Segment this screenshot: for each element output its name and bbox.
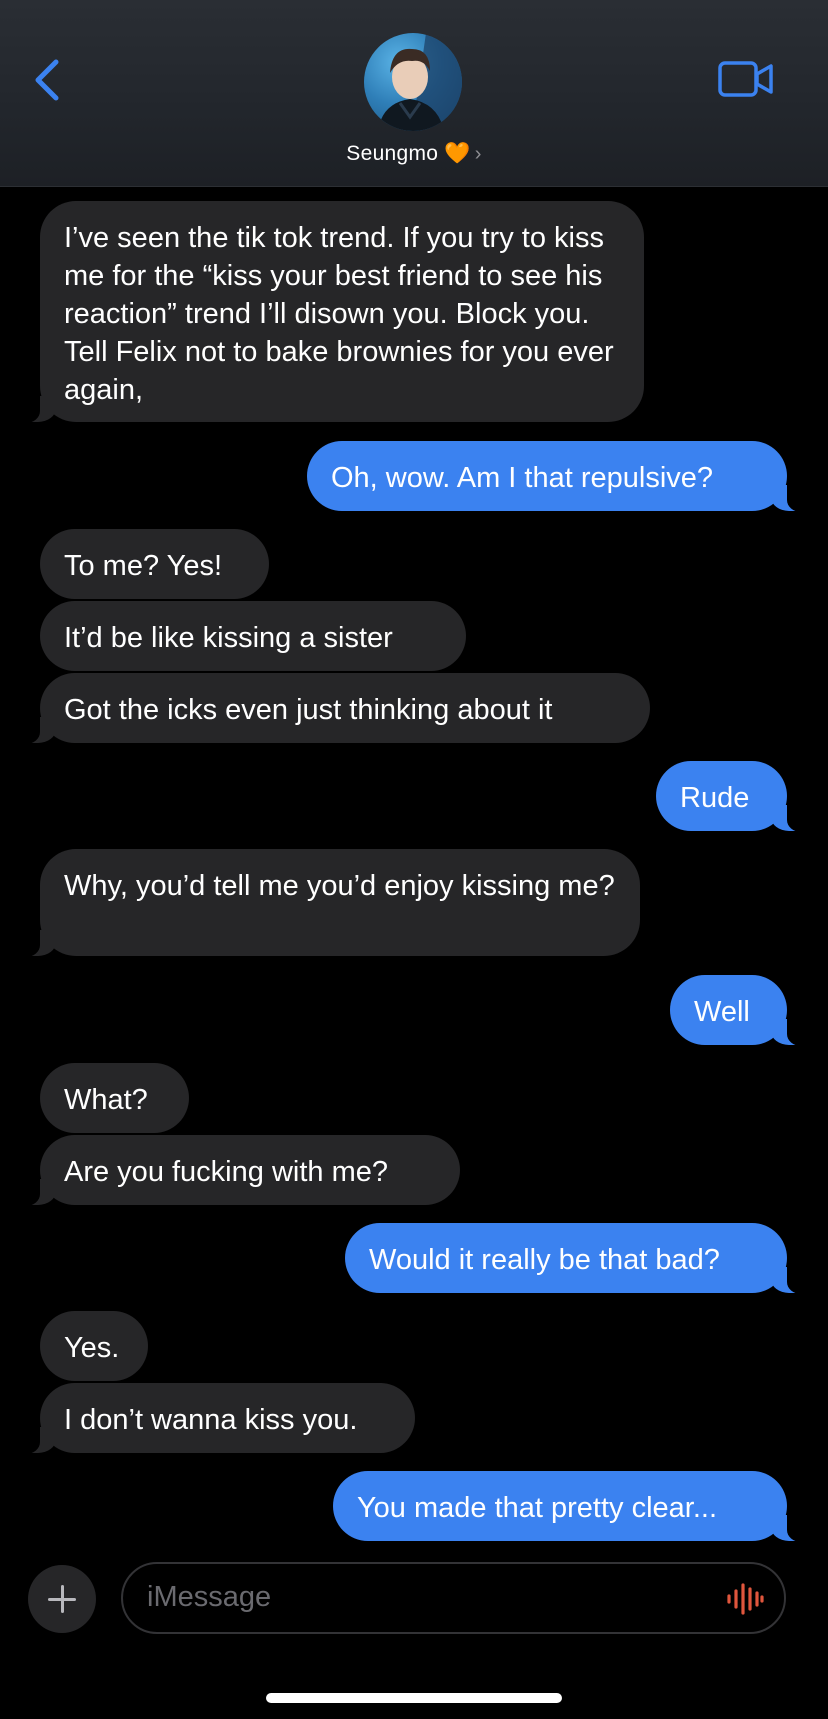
message-sent[interactable]: Would it really be that bad? [345, 1223, 809, 1294]
back-chevron-icon[interactable] [30, 56, 66, 104]
imessage-placeholder: iMessage [147, 1581, 272, 1613]
message-text: Are you fucking with me? [64, 1156, 388, 1188]
message-text: It’d be like kissing a sister [64, 622, 393, 654]
message-text: Yes. [64, 1332, 120, 1364]
plus-button[interactable] [28, 1565, 96, 1633]
message-sent[interactable]: Oh, wow. Am I that repulsive? [307, 441, 809, 512]
orange-heart-icon: 🧡 [444, 142, 471, 165]
message-text: I’ve seen the tik tok trend. If you try … [64, 222, 614, 406]
message-received[interactable]: To me? Yes! [40, 529, 269, 599]
audio-waveform-icon[interactable] [726, 1582, 764, 1616]
message-text: Would it really be that bad? [369, 1244, 720, 1276]
message-text: To me? Yes! [64, 550, 222, 582]
message-text: Oh, wow. Am I that repulsive? [331, 462, 714, 494]
message-sent[interactable]: Rude [656, 761, 809, 832]
message-received[interactable]: I’ve seen the tik tok trend. If you try … [18, 201, 644, 423]
message-text: Got the icks even just thinking about it [64, 694, 553, 726]
contact-name: Seungmo [346, 142, 439, 165]
message-received[interactable]: Are you fucking with me? [18, 1135, 460, 1206]
message-received[interactable]: I don’t wanna kiss you. [18, 1383, 415, 1454]
message-received[interactable]: Got the icks even just thinking about it [18, 673, 650, 744]
chevron-right-icon: › [474, 143, 482, 165]
contact-name-row[interactable]: Seungmo 🧡 › [0, 142, 828, 166]
message-text: Well [694, 996, 750, 1028]
message-text: You made that pretty clear... [357, 1492, 718, 1524]
message-sent[interactable]: You made that pretty clear... [333, 1471, 809, 1542]
message-received[interactable]: What? [40, 1063, 189, 1133]
message-sent[interactable]: Well [670, 975, 809, 1046]
conversation-header: Seungmo 🧡 › [0, 0, 828, 187]
contact-avatar[interactable] [364, 33, 462, 131]
video-camera-icon[interactable] [718, 61, 774, 97]
home-indicator[interactable] [266, 1693, 562, 1703]
message-text: What? [64, 1084, 148, 1116]
message-text: Why, you’d tell me you’d enjoy kissing m… [64, 870, 615, 902]
message-received[interactable]: It’d be like kissing a sister [40, 601, 466, 671]
message-received[interactable]: Why, you’d tell me you’d enjoy kissing m… [18, 849, 640, 957]
imessage-input[interactable]: iMessage [121, 1562, 786, 1634]
message-text: Rude [680, 782, 750, 814]
message-received[interactable]: Yes. [40, 1311, 148, 1381]
message-text: I don’t wanna kiss you. [64, 1404, 358, 1436]
